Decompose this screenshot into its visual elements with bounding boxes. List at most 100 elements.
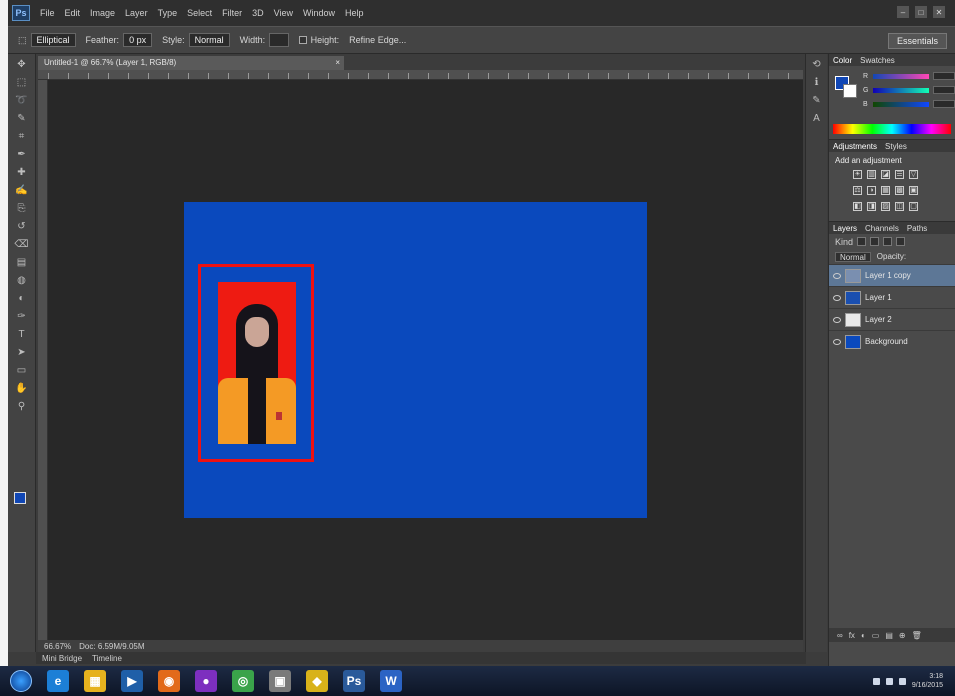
flag-icon[interactable] [872,677,880,685]
chrome-icon[interactable]: ◎ [232,670,254,692]
clock[interactable]: 3:18 9/16/2015 [912,672,943,690]
healing-icon[interactable]: ✚ [13,166,31,180]
slider-blue[interactable]: B [863,100,955,108]
refine-edge-button[interactable]: Refine Edge... [349,35,406,45]
visibility-eye-icon[interactable] [833,294,841,301]
menu-help[interactable]: Help [345,8,364,18]
layer-mask-icon[interactable]: ◐ [861,631,866,640]
tab-swatches[interactable]: Swatches [860,56,895,65]
menu-view[interactable]: View [274,8,293,18]
menu-file[interactable]: File [40,8,55,18]
history-icon[interactable]: ⟲ [808,58,826,72]
menu-filter[interactable]: Filter [222,8,242,18]
menu-window[interactable]: Window [303,8,335,18]
vibrance-icon[interactable]: ▽ [909,170,918,179]
close-button[interactable]: ✕ [933,6,945,18]
gradient-icon[interactable]: ▤ [13,256,31,270]
hand-icon[interactable]: ✋ [13,382,31,396]
red-value-input[interactable] [933,72,955,80]
app-purple-icon[interactable]: ● [195,670,217,692]
filter-type-icon[interactable] [883,237,893,246]
photoshop-icon[interactable]: Ps [343,670,365,692]
move-icon[interactable]: ✥ [13,58,31,72]
network-icon[interactable] [885,677,893,685]
start-button[interactable] [10,670,32,692]
menu-type[interactable]: Type [158,8,178,18]
ie-icon[interactable]: e [47,670,69,692]
tab-mini-bridge[interactable]: Mini Bridge [42,654,82,663]
green-track[interactable] [873,87,929,93]
color-balance-icon[interactable]: ⚖ [853,186,862,195]
layer-row[interactable]: Background [829,330,955,352]
clone-stamp-icon[interactable]: ⎘ [13,202,31,216]
red-track[interactable] [873,73,929,79]
firefox-icon[interactable]: ◉ [158,670,180,692]
slider-green[interactable]: G [863,86,955,94]
tab-color[interactable]: Color [833,56,852,65]
history-brush-icon[interactable]: ↺ [13,220,31,234]
layer-style-icon[interactable]: fx [849,631,855,640]
brush-icon[interactable]: ✍ [13,184,31,198]
levels-icon[interactable]: ▥ [867,170,876,179]
channel-mixer-icon[interactable]: ▩ [895,186,904,195]
layer-row[interactable]: Layer 1 copy [829,264,955,286]
menu-edit[interactable]: Edit [65,8,81,18]
feather-input[interactable]: 0 px [123,33,153,47]
blur-icon[interactable]: ◍ [13,274,31,288]
crop-icon[interactable]: ⌗ [13,130,31,144]
adjustment-layer-icon[interactable]: ▭ [872,631,880,640]
new-group-icon[interactable]: ▤ [885,631,893,640]
blend-mode-select[interactable]: Normal [835,252,871,262]
app-box-icon[interactable]: ▣ [269,670,291,692]
menu-select[interactable]: Select [187,8,212,18]
link-layers-icon[interactable]: ∞ [837,631,843,640]
tab-timeline[interactable]: Timeline [92,654,122,663]
slider-red[interactable]: R [863,72,955,80]
minimize-button[interactable]: – [897,6,909,18]
layer-row[interactable]: Layer 1 [829,286,955,308]
blue-value-input[interactable] [933,100,955,108]
selective-color-icon[interactable]: ▢ [909,202,918,211]
lasso-icon[interactable]: ➰ [13,94,31,108]
brightness-icon[interactable]: ☀ [853,170,862,179]
menu-3d[interactable]: 3D [252,8,264,18]
black-white-icon[interactable]: ◑ [867,186,876,195]
visibility-eye-icon[interactable] [833,316,841,323]
tab-close-icon[interactable]: × [335,56,340,70]
posterize-icon[interactable]: ◨ [867,202,876,211]
tab-layers[interactable]: Layers [833,224,857,233]
zoom-icon[interactable]: ⚲ [13,400,31,414]
document-tab[interactable]: Untitled-1 @ 66.7% (Layer 1, RGB/8) × [38,56,344,70]
invert-icon[interactable]: ◧ [853,202,862,211]
tab-paths[interactable]: Paths [907,224,927,233]
menu-layer[interactable]: Layer [125,8,148,18]
color-background-swatch[interactable] [843,84,857,98]
quick-select-icon[interactable]: ✎ [13,112,31,126]
maximize-button[interactable]: □ [915,6,927,18]
foreground-color-swatch[interactable] [14,492,26,504]
filter-adjustment-icon[interactable] [870,237,880,246]
layer-row[interactable]: Layer 2 [829,308,955,330]
photo-filter-icon[interactable]: ▦ [881,186,890,195]
rectangle-icon[interactable]: ▭ [13,364,31,378]
app-yellow-icon[interactable]: ◆ [306,670,328,692]
explorer-icon[interactable]: ▦ [84,670,106,692]
exposure-icon[interactable]: ☰ [895,170,904,179]
visibility-eye-icon[interactable] [833,272,841,279]
menu-image[interactable]: Image [90,8,115,18]
layer-kind-label[interactable]: Kind [835,237,853,247]
visibility-eye-icon[interactable] [833,338,841,345]
brush-preset-icon[interactable]: ✎ [808,94,826,108]
color-spectrum-bar[interactable] [833,124,951,134]
color-lookup-icon[interactable]: ▣ [909,186,918,195]
tab-styles[interactable]: Styles [885,142,907,151]
filter-pixel-icon[interactable] [857,237,867,246]
blue-track[interactable] [873,101,929,107]
zoom-level[interactable]: 66.67% [44,642,71,651]
new-layer-icon[interactable]: ⊕ [899,631,906,640]
volume-icon[interactable] [898,677,906,685]
character-icon[interactable]: A [808,112,826,126]
swap-checkbox[interactable] [298,36,307,44]
width-input[interactable] [269,33,289,47]
curves-icon[interactable]: ◪ [881,170,890,179]
